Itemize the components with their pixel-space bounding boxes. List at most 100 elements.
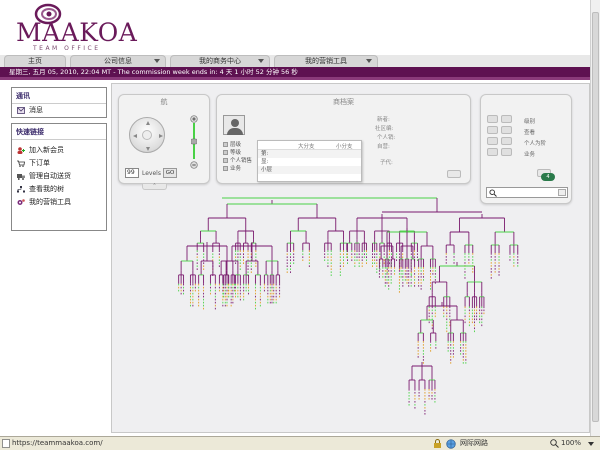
genealogy-tree-canvas[interactable]	[112, 192, 589, 432]
page-header: MAAKOA TEAM OFFICE	[0, 0, 590, 55]
filter-button[interactable]	[501, 115, 512, 123]
quicklinks-box: 快速链接 加入新会员 下订单 管理自动送货 查看我的树 我的营销工具	[11, 123, 107, 231]
profile-label: 新者:	[377, 117, 390, 123]
messages-label: 消息	[29, 106, 43, 114]
col-small-branch: 小分支	[336, 144, 353, 150]
profile-check-2[interactable]: 等级	[223, 148, 241, 156]
left-sidebar: 通讯 消息 快速链接 加入新会员 下订单 管理自动送货 查看我的树 我的营销工具	[11, 87, 107, 432]
status-url: https://teammaakoa.com/	[12, 439, 103, 447]
quicklink-label: 我的营销工具	[29, 198, 71, 206]
navigator-panel: 航 99 Levels GO	[118, 94, 210, 184]
genealogy-viewer: 航 99 Levels GO ⌃ 商档案 层级 等级 个人销售 业务 大分支 小…	[111, 83, 590, 433]
profile-check-3[interactable]: 个人销售	[223, 156, 252, 164]
levels-input[interactable]: 99	[125, 168, 139, 178]
check-label: 业务	[230, 166, 242, 172]
profile-panel: 商档案 层级 等级 个人销售 业务 大分支 小分支 第: 显: 小层 新者: 社…	[216, 94, 471, 184]
quicklink-marketing-tools[interactable]: 我的营销工具	[12, 196, 106, 209]
filter-button[interactable]	[487, 126, 498, 134]
filter-button[interactable]	[487, 137, 498, 145]
chevron-down-icon[interactable]	[588, 441, 594, 447]
levels-label: Levels	[142, 170, 161, 177]
avatar	[223, 115, 245, 135]
tools-icon	[17, 199, 25, 205]
filter-button[interactable]	[487, 115, 498, 123]
quicklink-label: 下订单	[29, 159, 50, 167]
lock-icon	[434, 439, 441, 448]
profile-check-4[interactable]: 业务	[223, 164, 241, 172]
cart-icon	[17, 160, 25, 167]
zoom-out-icon[interactable]	[190, 161, 198, 169]
add-user-icon	[17, 147, 25, 154]
brand-logo[interactable]: MAAKOA	[16, 18, 137, 47]
chevron-down-icon	[154, 59, 160, 63]
quicklink-place-order[interactable]: 下订单	[12, 157, 106, 170]
notice-box: 通讯 消息	[11, 87, 107, 118]
page-scrollbar[interactable]	[590, 0, 600, 436]
quicklink-autoship[interactable]: 管理自动送货	[12, 170, 106, 183]
filter-button[interactable]	[501, 126, 512, 134]
zoom-slider[interactable]	[190, 123, 198, 159]
profile-label: 社区编:	[375, 126, 394, 132]
tab-company-info[interactable]: 公司信息	[70, 55, 166, 67]
tab-marketing-tools-label: 我的营销工具	[305, 57, 347, 65]
filter-button[interactable]	[487, 148, 498, 156]
profile-action-button[interactable]	[447, 170, 461, 178]
quicklink-label: 管理自动送货	[29, 172, 71, 180]
quicklink-add-member[interactable]: 加入新会员	[12, 144, 106, 157]
navigator-collapse-tab[interactable]: ⌃	[142, 184, 167, 190]
profile-label: 自营:	[377, 144, 390, 150]
pan-center[interactable]	[142, 130, 152, 140]
checkbox-icon	[223, 150, 228, 155]
page-icon	[2, 439, 10, 448]
security-zone: 网际网路	[460, 439, 488, 447]
tab-company-info-label: 公司信息	[104, 57, 132, 65]
tab-home-label: 主页	[28, 57, 42, 65]
zoom-track	[190, 123, 198, 159]
filter-button[interactable]	[501, 137, 512, 145]
truck-icon	[17, 174, 25, 180]
scrollbar-thumb[interactable]	[592, 12, 599, 422]
avatar-head	[231, 119, 239, 127]
list-item[interactable]: 第:	[258, 150, 361, 158]
filter-label: 个人为阶	[524, 141, 547, 147]
commission-status-bar: 星期三, 五月 05, 2010, 22:04 MT - The commiss…	[0, 67, 590, 77]
main-navbar: 主页 公司信息 我的商务中心 我的营销工具	[0, 55, 590, 67]
zoom-level[interactable]: 100%	[561, 437, 581, 450]
search-panel: 级别 查看 个人为阶 业务 4	[480, 94, 572, 204]
zoom-icon	[550, 439, 559, 448]
accent-divider	[0, 77, 590, 80]
chevron-down-icon	[258, 59, 264, 63]
quicklink-label: 加入新会员	[29, 146, 64, 154]
filter-button[interactable]	[501, 148, 512, 156]
tree-icon	[17, 186, 25, 193]
tab-business-center-label: 我的商务中心	[199, 57, 241, 65]
go-button[interactable]: GO	[163, 168, 177, 178]
browser-status-bar: https://teammaakoa.com/ 网际网路 100%	[0, 436, 600, 450]
zoom-in-icon[interactable]	[190, 115, 198, 123]
tab-home[interactable]: 主页	[4, 55, 66, 67]
checkbox-icon	[223, 166, 228, 171]
branch-dropdown-header: 大分支 小分支	[258, 141, 361, 150]
profile-check-1[interactable]: 层级	[223, 140, 241, 148]
pan-dial[interactable]	[129, 117, 165, 153]
notice-title: 通讯	[12, 88, 106, 104]
tab-marketing-tools[interactable]: 我的营销工具	[274, 55, 378, 67]
col-large-branch: 大分支	[298, 144, 315, 150]
list-item[interactable]: 小层	[258, 166, 361, 174]
quicklink-view-tree[interactable]: 查看我的树	[12, 183, 106, 196]
checkbox-icon	[223, 158, 228, 163]
messages-link[interactable]: 消息	[12, 104, 106, 117]
profile-label: 个人销:	[377, 135, 396, 141]
chevron-down-icon	[366, 59, 372, 63]
list-item[interactable]: 显:	[258, 158, 361, 166]
profile-title: 商档案	[333, 98, 354, 106]
navigator-title: 航	[160, 98, 168, 106]
result-count-badge: 4	[541, 173, 555, 181]
envelope-icon	[17, 107, 25, 114]
tab-business-center[interactable]: 我的商务中心	[170, 55, 270, 67]
profile-label: 子代:	[380, 160, 393, 166]
filter-label: 业务	[524, 152, 536, 158]
branch-dropdown[interactable]: 大分支 小分支 第: 显: 小层	[257, 140, 362, 182]
avatar-body	[227, 128, 243, 135]
globe-icon	[446, 439, 456, 449]
